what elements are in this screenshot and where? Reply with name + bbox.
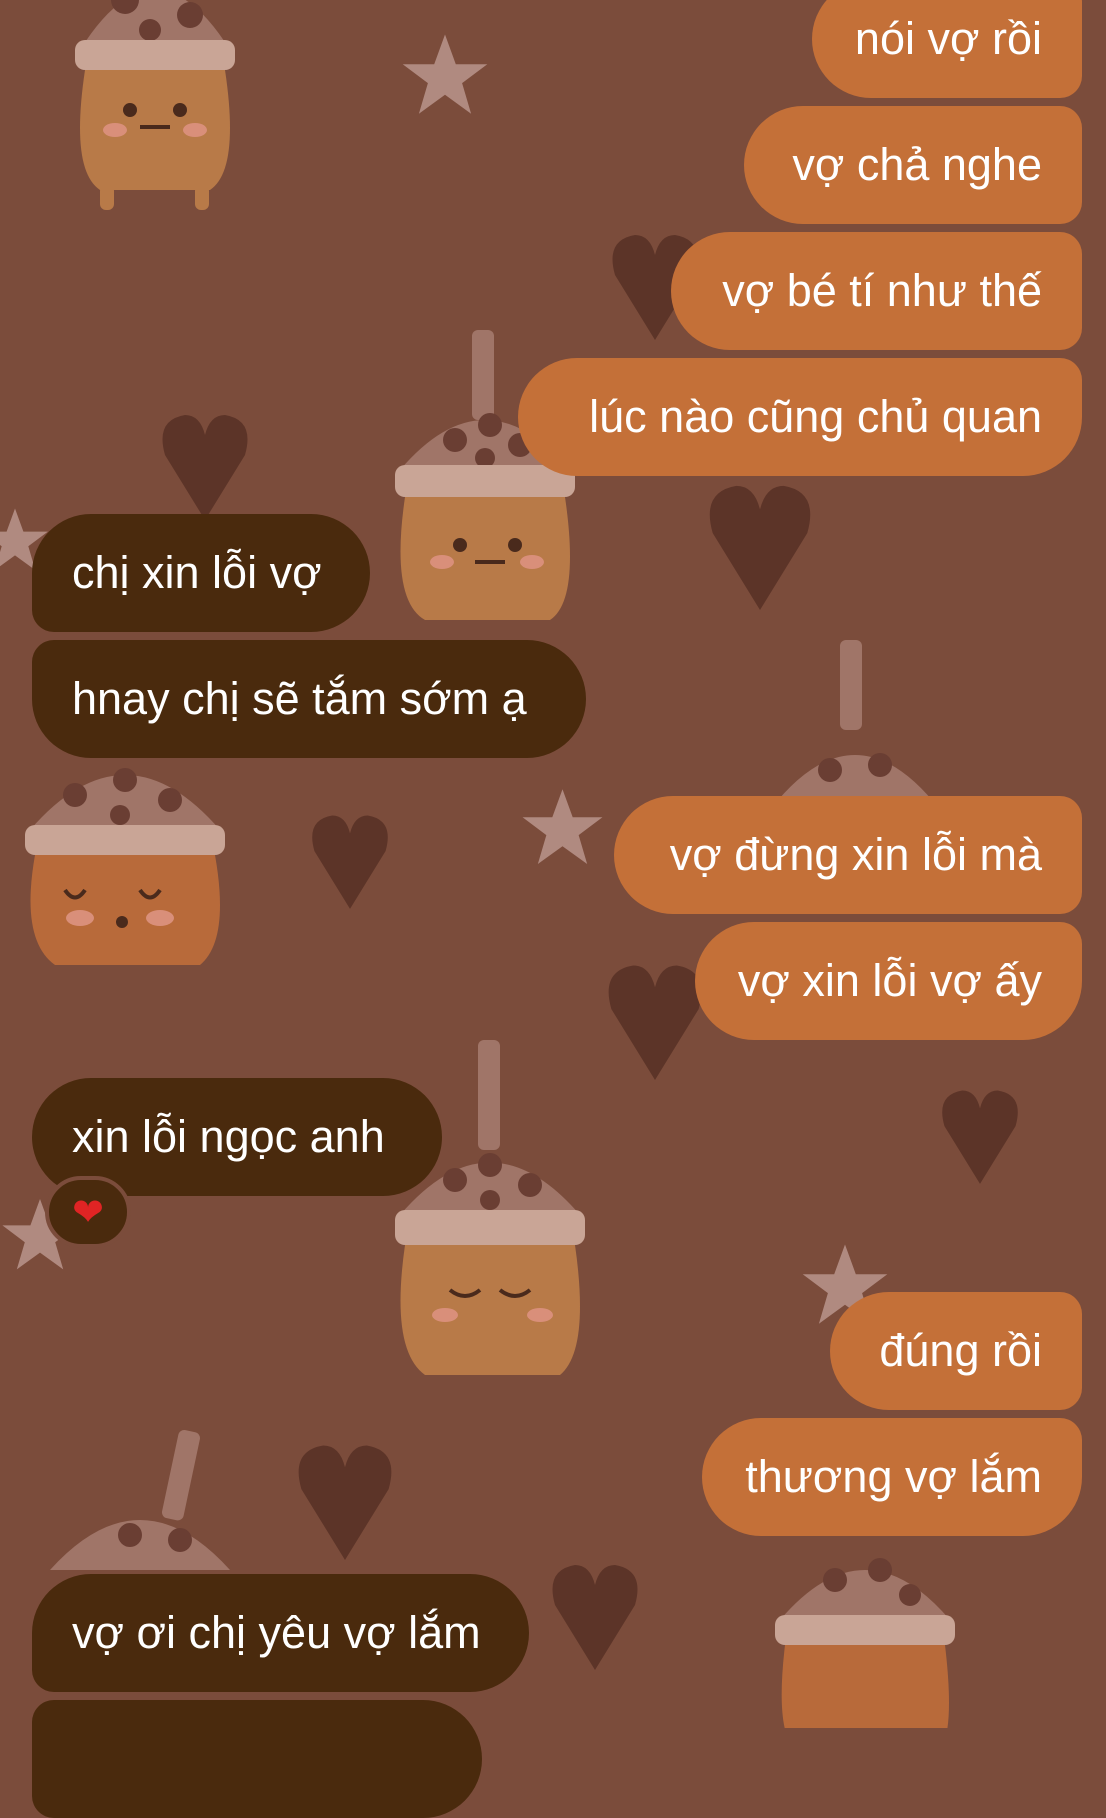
- message-bubble-outgoing[interactable]: vợ chả nghe: [744, 106, 1082, 224]
- heart-decoration: [312, 815, 388, 909]
- message-bubble-outgoing[interactable]: vợ xin lỗi vợ ấy: [695, 922, 1082, 1040]
- heart-decoration: [942, 1090, 1018, 1184]
- star-decoration: [522, 789, 603, 865]
- heart-decoration: [709, 485, 811, 610]
- bubble-tea-mascot-illustration: [775, 1558, 955, 1728]
- message-bubble-outgoing[interactable]: vợ bé tí như thế: [671, 232, 1082, 350]
- heart-reaction-icon[interactable]: ❤: [45, 1176, 131, 1248]
- bubble-tea-mascot-illustration: [25, 768, 225, 965]
- heart-decoration: [298, 1445, 392, 1560]
- message-bubble-outgoing[interactable]: đúng rồi: [830, 1292, 1082, 1410]
- message-bubble-outgoing[interactable]: thương vợ lắm: [702, 1418, 1082, 1536]
- star-decoration: [402, 34, 488, 114]
- message-bubble-outgoing[interactable]: vợ đừng xin lỗi mà: [614, 796, 1082, 914]
- message-bubble-incoming[interactable]: chị xin lỗi vợ: [32, 514, 370, 632]
- message-bubble-incoming[interactable]: [32, 1700, 482, 1818]
- bubble-tea-mascot-illustration: [75, 0, 235, 210]
- heart-decoration: [608, 965, 702, 1080]
- message-bubble-outgoing[interactable]: nói vợ rồi: [812, 0, 1082, 98]
- message-bubble-outgoing[interactable]: lúc nào cũng chủ quan: [518, 358, 1082, 476]
- heart-decoration: [162, 415, 248, 520]
- heart-decoration: [552, 1565, 638, 1670]
- message-bubble-incoming[interactable]: hnay chị sẽ tắm sớm ạ: [32, 640, 586, 758]
- message-bubble-incoming[interactable]: vợ ơi chị yêu vợ lắm: [32, 1574, 529, 1692]
